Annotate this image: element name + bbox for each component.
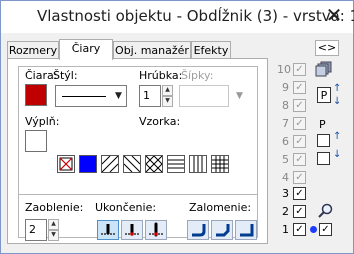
arrow-up-icon: ↑ xyxy=(333,131,342,142)
tab-rozmery[interactable]: Rozmery xyxy=(7,41,59,59)
layer-number: 5 xyxy=(282,153,289,166)
cap-square-icon xyxy=(125,224,139,236)
layer-checkbox[interactable]: ✓ xyxy=(293,171,306,184)
tab-efekty[interactable]: Efekty xyxy=(191,41,231,59)
width-down-button[interactable]: ▼ xyxy=(162,96,173,107)
layers-stack-icon[interactable] xyxy=(315,61,333,80)
rounding-label: Zaoblenie: xyxy=(25,201,84,214)
magnifier-icon[interactable] xyxy=(317,203,333,222)
line-width-input[interactable]: 1 xyxy=(139,85,161,107)
layer-checkbox[interactable]: ✓ xyxy=(293,135,306,148)
window-title: Vlastnosti objektu - Obdĺžnik (3) - vrst… xyxy=(37,7,354,25)
layer-number: 7 xyxy=(282,117,289,130)
pattern-none-icon[interactable] xyxy=(57,155,75,173)
close-icon[interactable]: ✕ xyxy=(323,4,345,26)
joins-label: Zalomenie: xyxy=(189,201,252,214)
arrows-select[interactable] xyxy=(179,85,229,107)
chevron-down-icon: ▼ xyxy=(115,91,122,101)
pattern-diagonal-icon[interactable] xyxy=(101,155,119,173)
separator xyxy=(19,194,257,195)
join-round-button[interactable] xyxy=(187,220,209,240)
cap-flat-icon xyxy=(101,224,115,235)
active-layer-dot xyxy=(310,226,317,233)
layer-checkbox[interactable]: ✓ xyxy=(293,117,306,130)
layer-number: 2 xyxy=(282,205,289,218)
priority-button[interactable]: P xyxy=(317,87,331,103)
nav-toggle-button[interactable]: <> xyxy=(315,40,339,56)
pattern-grid-icon[interactable] xyxy=(211,155,229,173)
line-style-label: Štýl: xyxy=(53,69,78,82)
layer-number: 10 xyxy=(277,63,291,76)
rounding-input[interactable]: 2 xyxy=(25,219,47,241)
layer-number: 6 xyxy=(282,135,289,148)
pattern-vertical-icon[interactable] xyxy=(189,155,207,173)
pattern-backdiagonal-icon[interactable] xyxy=(123,155,141,173)
join-bevel-icon xyxy=(216,224,230,237)
cap-flat-button[interactable] xyxy=(97,220,119,240)
pattern-horizontal-icon[interactable] xyxy=(167,155,185,173)
layer-view-checkbox[interactable]: ✓ xyxy=(319,223,332,236)
rounding-up-button[interactable]: ▲ xyxy=(48,219,59,230)
fill-color-swatch[interactable] xyxy=(25,130,47,152)
pattern-label: Vzorka: xyxy=(139,115,181,128)
join-round-icon xyxy=(192,224,206,237)
properties-window: Vlastnosti objektu - Obdĺžnik (3) - vrst… xyxy=(0,0,354,254)
pattern-solid-icon[interactable] xyxy=(79,155,97,173)
layer-checkbox[interactable]: ✓ xyxy=(293,187,306,200)
layer-number: 3 xyxy=(282,187,289,200)
line-width-label: Hrúbka: xyxy=(139,69,183,82)
title-bar: Vlastnosti objektu - Obdĺžnik (3) - vrst… xyxy=(1,1,354,33)
arrows-dropdown-icon[interactable]: ▼ xyxy=(236,91,243,101)
rounding-down-button[interactable]: ▼ xyxy=(48,230,59,241)
width-up-button[interactable]: ▲ xyxy=(162,85,173,96)
cap-round-button[interactable] xyxy=(145,220,167,240)
line-style-select[interactable]: ▼ xyxy=(55,85,127,107)
move-down-icon[interactable]: ↓ xyxy=(333,96,341,107)
fill-label: Výplň: xyxy=(25,115,60,128)
layer-checkbox[interactable]: ✓ xyxy=(293,81,306,94)
layer-checkbox[interactable]: ✓ xyxy=(293,223,306,236)
layer-number: 8 xyxy=(282,99,289,112)
tab-obj-manazer[interactable]: Obj. manažér xyxy=(113,41,191,59)
priority-label: P xyxy=(319,118,326,131)
layer-checkbox[interactable]: ✓ xyxy=(293,99,306,112)
pattern-crosshatch-icon[interactable] xyxy=(145,155,163,173)
layer-number: 9 xyxy=(282,81,289,94)
priority-up-checkbox[interactable] xyxy=(317,134,330,147)
tab-ciary[interactable]: Čiary xyxy=(59,39,113,60)
cap-square-button[interactable] xyxy=(121,220,143,240)
join-miter-button[interactable] xyxy=(235,220,257,240)
arrow-down-icon: ↓ xyxy=(333,149,342,160)
layer-checkbox[interactable]: ✓ xyxy=(293,205,306,218)
arrows-label: Šípky: xyxy=(181,69,214,82)
lines-group: Čiara: Štýl: Hrúbka: Šípky: ▼ 1 ▲ ▼ ▼ Vý… xyxy=(18,66,258,241)
solid-line-icon xyxy=(62,96,106,97)
cap-round-icon xyxy=(149,222,163,237)
move-up-icon[interactable]: ↑ xyxy=(333,83,341,94)
join-miter-icon xyxy=(240,224,254,237)
layer-number: 4 xyxy=(282,171,289,184)
layer-checkbox[interactable]: ✓ xyxy=(293,153,306,166)
layer-number: 1 xyxy=(282,223,289,236)
lines-panel: Čiara: Štýl: Hrúbka: Šípky: ▼ 1 ▲ ▼ ▼ Vý… xyxy=(7,58,268,244)
layer-checkbox[interactable]: ✓ xyxy=(293,63,306,76)
priority-down-checkbox[interactable] xyxy=(317,152,330,165)
line-color-swatch[interactable] xyxy=(25,84,47,106)
ending-label: Ukončenie: xyxy=(95,201,157,214)
join-bevel-button[interactable] xyxy=(211,220,233,240)
